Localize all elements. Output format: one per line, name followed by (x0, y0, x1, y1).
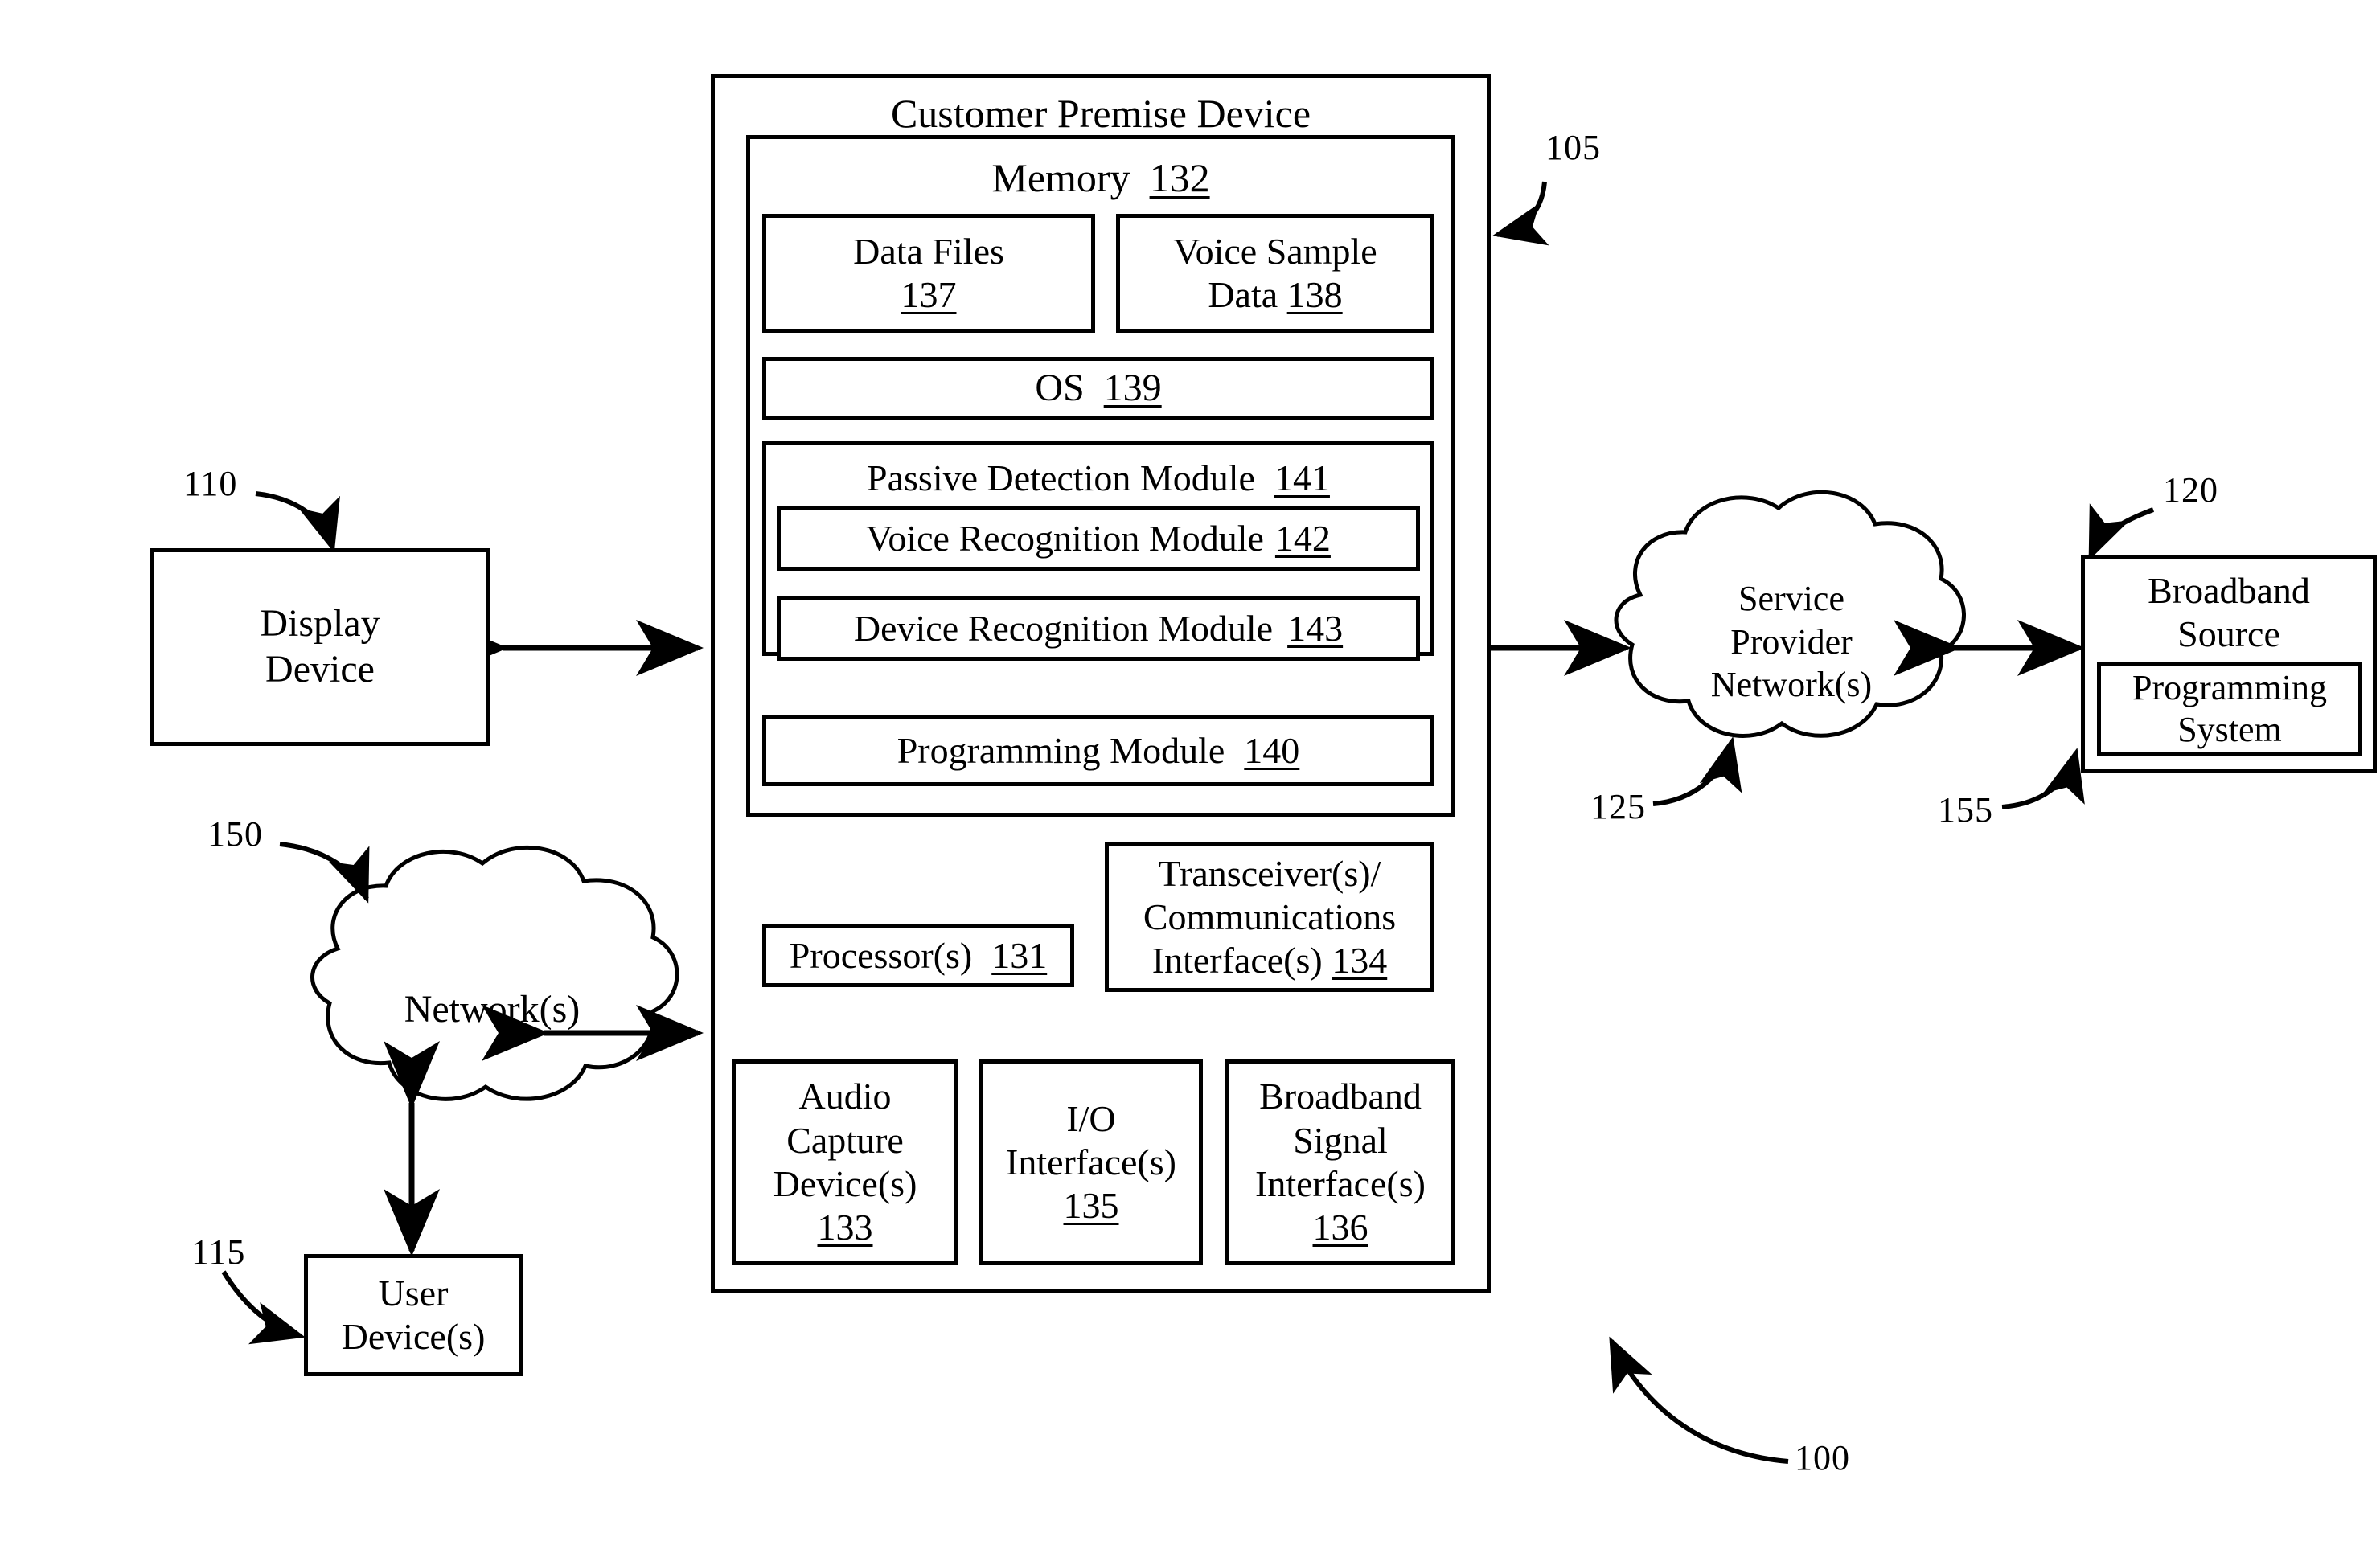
memory-label: Memory 132 (746, 154, 1455, 201)
io-interface-box: I/O Interface(s) 135 (979, 1059, 1203, 1265)
transceiver-ref: 134 (1332, 940, 1388, 982)
device-recognition-label: Device Recognition Module (853, 607, 1274, 649)
data-files-box: Data Files 137 (762, 214, 1095, 333)
voice-sample-line2: Data 138 (1208, 273, 1342, 317)
networks-cloud-label: Network(s) (404, 988, 581, 1031)
ref-110: 110 (183, 464, 238, 503)
service-provider-line2: Provider (1730, 621, 1853, 662)
display-device-line1: Display (260, 602, 380, 645)
passive-detection-label-text: Passive Detection Module (867, 457, 1255, 498)
leader-100 (1609, 1336, 1789, 1464)
ref-155: 155 (1938, 790, 1993, 830)
leader-115 (221, 1270, 306, 1345)
transceiver-line1: Transceiver(s)/ (1158, 852, 1381, 894)
user-device-box: User Device(s) (304, 1254, 523, 1376)
audio-capture-device-box: Audio Capture Device(s) 133 (732, 1059, 958, 1265)
passive-detection-module-label: Passive Detection Module 141 (762, 457, 1434, 499)
user-device-line1: User (378, 1272, 449, 1314)
audio-capture-line1: Audio (798, 1076, 892, 1117)
programming-system-line2: System (2177, 710, 2282, 749)
broadband-signal-interface-box: Broadband Signal Interface(s) 136 (1225, 1059, 1455, 1265)
broadband-source-line1: Broadband (2148, 570, 2310, 611)
voice-recognition-ref: 142 (1274, 517, 1331, 559)
data-files-ref: 137 (901, 274, 957, 315)
audio-capture-line3: Device(s) (773, 1163, 917, 1204)
programming-system-line1: Programming (2132, 668, 2327, 708)
broadband-signal-line1: Broadband (1259, 1076, 1422, 1117)
os-box: OS 139 (762, 357, 1434, 420)
io-interface-line1: I/O (1066, 1097, 1116, 1139)
io-interface-ref: 135 (1063, 1185, 1119, 1227)
patent-figure-canvas: Customer Premise Device Memory 132 Data F… (0, 0, 2380, 1541)
service-provider-cloud-label: Service Provider Network(s) (1631, 577, 1952, 707)
transceiver-line3-text: Interface(s) (1151, 940, 1323, 982)
leader-125 (1652, 736, 1742, 806)
ref-120: 120 (2163, 470, 2218, 510)
ref-115: 115 (191, 1232, 246, 1272)
voice-sample-line1: Voice Sample (1173, 230, 1377, 272)
audio-capture-ref: 133 (817, 1207, 873, 1248)
transceiver-line2: Communications (1143, 896, 1397, 937)
broadband-signal-line3: Interface(s) (1255, 1163, 1426, 1204)
memory-ref: 132 (1149, 155, 1210, 200)
broadband-signal-line2: Signal (1293, 1119, 1388, 1161)
leader-120 (2088, 503, 2155, 561)
networks-cloud-shape (310, 846, 679, 1101)
voice-sample-data-word: Data (1208, 274, 1278, 315)
programming-system-box: Programming System (2097, 662, 2362, 756)
voice-sample-data-box: Voice Sample Data 138 (1116, 214, 1434, 333)
voice-sample-ref: 138 (1286, 274, 1343, 315)
audio-capture-line2: Capture (786, 1119, 904, 1161)
memory-label-text: Memory (991, 155, 1130, 200)
service-provider-line1: Service (1738, 579, 1844, 618)
device-recognition-ref: 143 (1287, 607, 1344, 649)
processor-ref: 131 (991, 934, 1048, 976)
ref-105: 105 (1545, 128, 1601, 167)
voice-recognition-label: Voice Recognition Module (866, 517, 1264, 559)
processor-box: Processor(s) 131 (762, 924, 1074, 987)
service-provider-line3: Network(s) (1710, 665, 1873, 705)
display-device-line2: Device (265, 648, 375, 691)
ref-150: 150 (207, 814, 263, 854)
leader-155 (2001, 748, 2085, 809)
user-device-line2: Device(s) (341, 1316, 486, 1357)
leader-110 (255, 491, 340, 553)
ref-100: 100 (1795, 1438, 1850, 1477)
display-device-box: Display Device (150, 548, 490, 746)
device-recognition-module-box: Device Recognition Module 143 (777, 596, 1420, 661)
passive-detection-ref: 141 (1274, 457, 1330, 498)
programming-module-box: Programming Module 140 (762, 715, 1434, 786)
programming-module-label: Programming Module (897, 729, 1225, 771)
data-files-label: Data Files (853, 230, 1004, 272)
io-interface-line2: Interface(s) (1006, 1141, 1176, 1182)
programming-module-ref: 140 (1244, 729, 1300, 771)
ref-125: 125 (1590, 787, 1646, 826)
leader-150 (279, 842, 370, 904)
customer-premise-device-title: Customer Premise Device (890, 91, 1311, 136)
os-label: OS (1035, 366, 1085, 409)
broadband-signal-ref: 136 (1312, 1207, 1368, 1248)
voice-recognition-module-box: Voice Recognition Module 142 (777, 506, 1420, 571)
leader-105 (1492, 181, 1549, 246)
broadband-source-line2: Source (2177, 613, 2280, 655)
processor-label: Processor(s) (789, 934, 973, 976)
transceiver-line3: Interface(s) 134 (1152, 939, 1387, 982)
broadband-source-label: Broadband Source (2081, 569, 2377, 657)
os-ref: 139 (1103, 366, 1162, 409)
transceiver-communications-interface-box: Transceiver(s)/ Communications Interface… (1105, 842, 1434, 992)
